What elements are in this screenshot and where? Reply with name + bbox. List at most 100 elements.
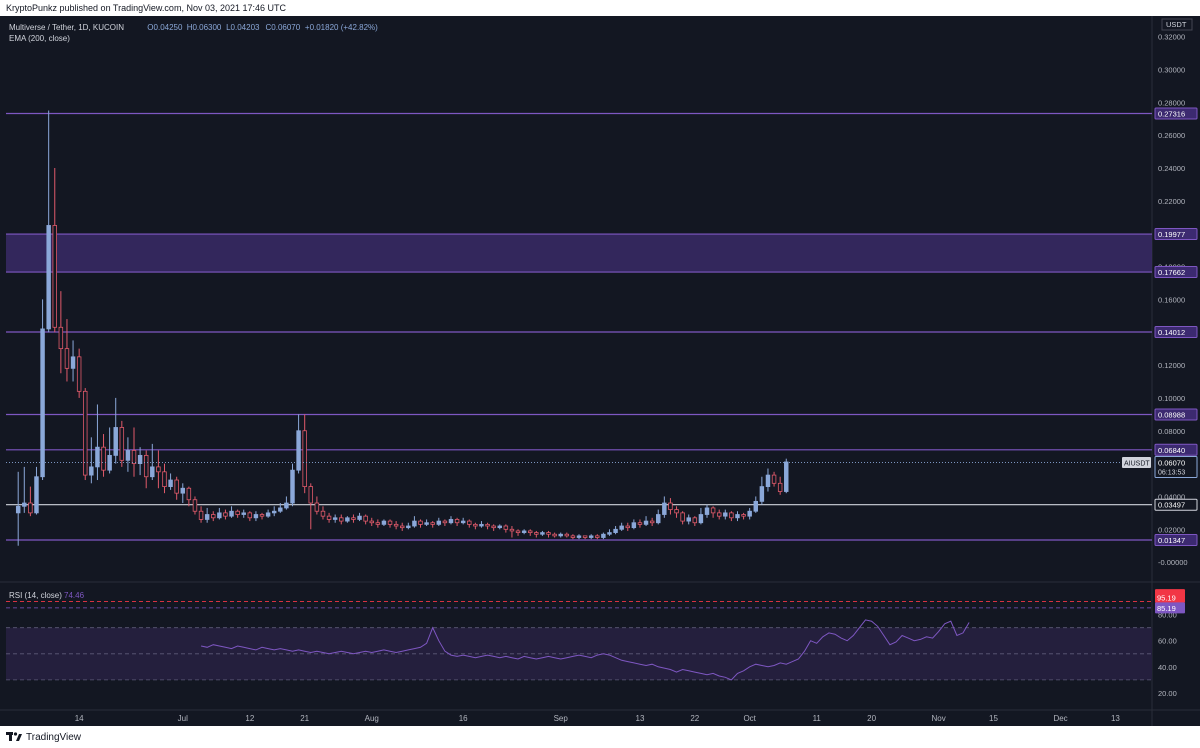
candle-body <box>412 520 417 527</box>
candle-body <box>125 450 131 461</box>
price-tick-label: 0.28000 <box>1158 98 1185 107</box>
candle-body <box>576 535 582 538</box>
candle-body <box>631 522 637 529</box>
level-price-label: 0.01347 <box>1158 536 1185 545</box>
candle-body <box>296 430 301 471</box>
time-tick-label: 15 <box>989 714 998 723</box>
time-tick-label: Sep <box>554 714 569 723</box>
candle-body <box>668 502 673 510</box>
candle-body <box>387 520 393 525</box>
time-tick-label: 20 <box>867 714 876 723</box>
candle-body <box>528 530 533 533</box>
candle-body <box>198 510 204 520</box>
price-tick-label: 0.12000 <box>1158 361 1185 370</box>
candle-body <box>211 514 216 519</box>
candle-body <box>290 469 295 504</box>
resistance-zone <box>6 234 1152 273</box>
candle-body <box>448 519 454 524</box>
time-tick-label: 14 <box>75 714 84 723</box>
candle-body <box>619 525 624 530</box>
time-tick-label: 21 <box>300 714 309 723</box>
candle-body <box>58 326 64 350</box>
price-tick-label: 0.32000 <box>1158 33 1185 42</box>
last-price-label: 0.06070 <box>1158 458 1185 467</box>
candle-body <box>95 446 100 468</box>
candle-body <box>247 512 253 519</box>
candle-body <box>150 466 155 478</box>
candle-body <box>546 532 551 535</box>
candle-body <box>613 528 618 533</box>
candle-body <box>649 520 655 524</box>
candle-body <box>729 512 734 519</box>
candle-body <box>406 525 411 529</box>
candle-body <box>485 523 490 527</box>
ohlc-value: H0.06300 <box>187 23 222 32</box>
time-tick-label: Oct <box>743 714 756 723</box>
candle-body <box>723 512 728 517</box>
ohlc-value: O0.04250 <box>147 23 183 32</box>
candle-body <box>326 515 332 520</box>
candle-body <box>582 535 588 538</box>
candle-body <box>101 446 106 471</box>
candle-body <box>765 474 771 487</box>
rsi-tick-label: 40.00 <box>1158 663 1177 672</box>
chart-area[interactable]: 0.32000 0.30000 0.28000 0.26000 0.24000 0.220… <box>0 16 1200 726</box>
level-price-label: 0.06840 <box>1158 446 1185 455</box>
candle-body <box>467 520 472 525</box>
time-tick-label: Nov <box>932 714 946 723</box>
footer-brand: TradingView <box>26 731 82 743</box>
rsi-value-label: 85.19 <box>1157 604 1176 613</box>
rsi-tick-label: 20.00 <box>1158 689 1177 698</box>
candle-body <box>698 514 704 524</box>
candle-body <box>601 533 606 538</box>
candle-body <box>607 532 612 535</box>
candle-body <box>418 520 423 525</box>
level-price-label: 0.14012 <box>1158 328 1185 337</box>
candle-body <box>473 523 478 527</box>
candle-body <box>363 515 368 522</box>
candle-body <box>89 466 94 476</box>
candle-body <box>436 520 442 525</box>
candle-body <box>381 520 387 525</box>
candle-body <box>521 530 527 533</box>
price-tick-label: 0.16000 <box>1158 295 1185 304</box>
time-tick-label: 22 <box>690 714 699 723</box>
candle-body <box>28 502 33 514</box>
rsi-indicator-label: RSI (14, close) <box>9 591 62 600</box>
candle-body <box>674 509 679 514</box>
tradingview-logo-icon <box>6 732 22 741</box>
candle-body <box>34 476 39 514</box>
candle-body <box>259 514 265 517</box>
ohlc-value: +0.01820 (+42.82%) <box>305 23 378 32</box>
candle-body <box>156 466 161 473</box>
level-price-label: 0.08988 <box>1158 411 1185 420</box>
candle-body <box>235 510 240 515</box>
footer-bar: TradingView <box>0 726 1200 748</box>
candle-body <box>637 522 643 525</box>
candle-body <box>143 454 149 478</box>
candle-body <box>552 533 557 537</box>
candle-body <box>656 514 661 524</box>
candle-body <box>399 525 405 529</box>
candle-body <box>229 510 234 517</box>
candle-body <box>625 525 630 529</box>
countdown-label: 06:13:53 <box>1158 469 1185 476</box>
ticker-label: AIUSDT <box>1124 460 1150 467</box>
candle-body <box>704 507 710 515</box>
candle-body <box>747 510 752 517</box>
indicator-label: EMA (200, close) <box>9 34 70 43</box>
candle-body <box>564 533 570 537</box>
candle-body <box>64 348 70 369</box>
candle-body <box>83 390 88 476</box>
candle-body <box>15 505 21 514</box>
publish-header: KryptoPunkz published on TradingView.com… <box>0 0 1200 16</box>
candle-body <box>339 517 344 522</box>
price-tick-label: 0.26000 <box>1158 131 1185 140</box>
currency-label: USDT <box>1166 20 1187 29</box>
price-chart-svg[interactable]: 0.32000 0.30000 0.28000 0.26000 0.24000 0.220… <box>0 16 1200 726</box>
candle-body <box>180 487 186 494</box>
rsi-current-value: 74.46 <box>64 591 85 600</box>
time-tick-label: Jul <box>178 714 188 723</box>
level-price-label: 0.27316 <box>1158 110 1185 119</box>
time-tick-label: Aug <box>365 714 379 723</box>
